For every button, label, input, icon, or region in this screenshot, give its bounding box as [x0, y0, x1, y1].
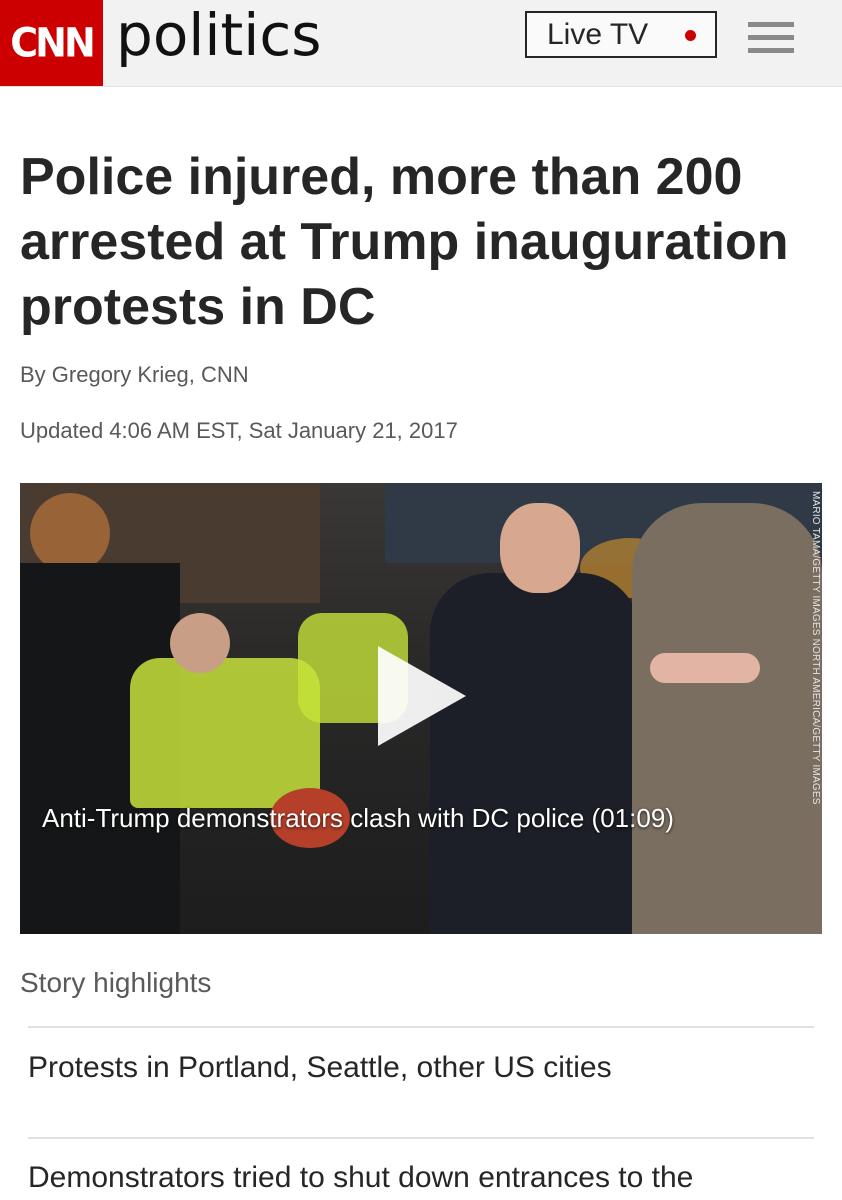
officer-center-face	[500, 503, 580, 593]
officer-vest-1	[130, 658, 320, 808]
highlights-divider	[28, 1137, 814, 1139]
article-timestamp: Updated 4:06 AM EST, Sat January 21, 201…	[20, 418, 458, 443]
officer-hand	[650, 653, 760, 683]
video-caption[interactable]: Anti-Trump demonstrators clash with DC p…	[42, 803, 674, 834]
highlight-item: Demonstrators tried to shut down entranc…	[28, 1161, 694, 1194]
hamburger-menu-icon[interactable]	[748, 22, 794, 54]
live-tv-label: Live TV	[547, 17, 649, 51]
article-headline: Police injured, more than 200 arrested a…	[20, 148, 789, 336]
highlights-divider	[28, 1026, 814, 1028]
section-title[interactable]: politics	[116, 2, 322, 68]
photo-credit: MARIO TAMA/GETTY IMAGES NORTH AMERICA/GE…	[810, 491, 821, 805]
highlight-item: Protests in Portland, Seattle, other US …	[28, 1051, 612, 1084]
video-player[interactable]: Anti-Trump demonstrators clash with DC p…	[20, 483, 822, 934]
logo-text: CNN	[10, 19, 95, 67]
live-indicator-icon	[685, 30, 696, 41]
play-icon[interactable]	[378, 646, 466, 746]
live-tv-button[interactable]: Live TV	[525, 11, 717, 58]
officer-face-1	[170, 613, 230, 673]
story-highlights-title: Story highlights	[20, 967, 212, 998]
sign-logo-shape	[30, 493, 110, 573]
protester-hooded-jacket	[632, 503, 822, 934]
cnn-logo[interactable]: CNN	[0, 0, 103, 86]
article-byline: By Gregory Krieg, CNN	[20, 362, 249, 387]
site-header: CNN politics Live TV	[0, 0, 842, 87]
officer-center-uniform	[430, 573, 640, 934]
